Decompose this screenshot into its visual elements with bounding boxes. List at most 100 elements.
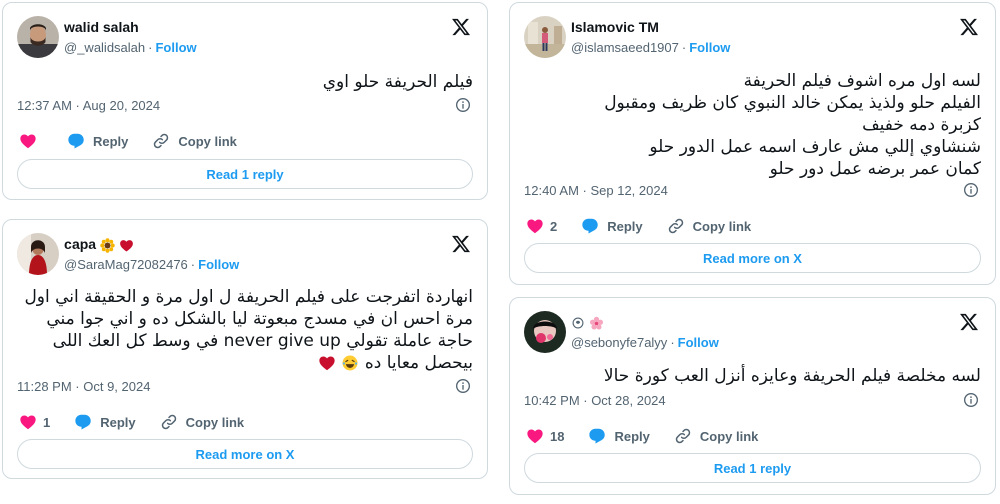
display-name-row[interactable] — [571, 313, 935, 331]
heart-icon — [526, 427, 544, 445]
tweet-actions: Reply Copy link — [19, 131, 261, 151]
copy-link-button[interactable]: Copy link — [160, 413, 245, 431]
x-logo-icon[interactable] — [959, 312, 979, 332]
display-name: сара — [64, 236, 97, 252]
tweet-card: Islamovic TM @islamsaeed1907 · Follow لسه … — [509, 2, 996, 285]
x-logo-icon[interactable] — [451, 234, 471, 254]
reply-label: Reply — [607, 218, 643, 234]
reply-label: Reply — [100, 414, 136, 430]
reply-button[interactable]: Reply — [74, 413, 136, 431]
tweet-card: сара @SaraMag72082476 · Follow انهاردة اتف… — [2, 219, 488, 479]
heart-icon — [19, 413, 37, 431]
reply-bubble-icon — [74, 413, 92, 431]
separator-dot: · — [190, 257, 196, 272]
like-button[interactable]: 2 — [526, 217, 557, 235]
follow-button[interactable]: Follow — [678, 335, 719, 350]
copy-link-button[interactable]: Copy link — [674, 427, 759, 445]
avatar[interactable] — [524, 16, 566, 58]
like-button[interactable]: 18 — [526, 427, 564, 445]
like-count: 18 — [550, 428, 565, 444]
info-icon[interactable] — [455, 378, 471, 394]
tweet-text: لسه اول مره اشوف فيلم الحريفة الفيلم حلو… — [524, 70, 981, 180]
display-name-row[interactable]: сара — [64, 235, 427, 253]
tweet-card: walid salah @_walidsalah · Follow فيلم الح… — [2, 2, 488, 200]
reply-button[interactable]: Reply — [67, 132, 128, 150]
tweet-text-line: مرة احس ان في مسدج مبعوتة ليا بالشكل ده … — [46, 309, 473, 329]
reply-bubble-icon — [588, 427, 606, 445]
follow-button[interactable]: Follow — [198, 257, 239, 272]
x-logo-icon[interactable] — [451, 17, 471, 37]
tweet-timestamp[interactable]: 11:28 PM · Oct 9, 2024 — [17, 379, 150, 395]
copy-link-label: Copy link — [185, 414, 245, 430]
avatar[interactable] — [17, 16, 59, 58]
link-icon — [152, 132, 170, 150]
read-more-button[interactable]: Read more on X — [17, 439, 473, 469]
tweet-timestamp[interactable]: 10:42 PM · Oct 28, 2024 — [524, 393, 666, 409]
heart-icon — [526, 217, 544, 235]
read-more-button[interactable]: Read more on X — [524, 243, 981, 273]
tweet-text-line: كزبرة دمه خفيف — [862, 115, 981, 135]
like-count: 2 — [550, 218, 558, 234]
read-reply-button[interactable]: Read 1 reply — [524, 453, 981, 483]
tweet-card: @sebonyfe7alyy · Follow لسه مخلصة فيلم الح… — [509, 297, 996, 495]
link-icon — [667, 217, 685, 235]
copy-link-label: Copy link — [699, 428, 759, 444]
user-handle[interactable]: @sebonyfe7alyy — [571, 335, 667, 350]
reply-label: Reply — [93, 133, 129, 149]
x-logo-icon[interactable] — [959, 17, 979, 37]
display-name[interactable]: Islamovic TM — [571, 18, 935, 36]
tweet-text: انهاردة اتفرجت على فيلم الحريفة ل اول مر… — [17, 286, 473, 374]
rose-icon — [572, 317, 584, 329]
reply-bubble-icon — [581, 217, 599, 235]
like-button[interactable] — [19, 132, 43, 150]
read-reply-button[interactable]: Read 1 reply — [17, 159, 473, 189]
separator-dot: · — [148, 40, 153, 55]
reply-bubble-icon — [67, 132, 85, 150]
link-icon — [160, 413, 178, 431]
separator-dot: · — [670, 335, 675, 350]
tweet-text-line: انهاردة اتفرجت على فيلم الحريفة ل اول مر… — [24, 287, 473, 307]
tweet-timestamp[interactable]: 12:40 AM · Sep 12, 2024 — [524, 183, 668, 199]
avatar[interactable] — [17, 233, 59, 275]
tweet-actions: 2 Reply Copy link — [526, 216, 775, 236]
avatar[interactable] — [524, 311, 566, 353]
tweet-actions: 1 Reply Copy link — [19, 412, 268, 432]
reply-button[interactable]: Reply — [581, 217, 643, 235]
sunflower-icon — [100, 238, 115, 253]
copy-link-button[interactable]: Copy link — [667, 217, 752, 235]
tweet-actions: 18 Reply Copy link — [526, 426, 782, 446]
tweet-text-line: حاجة عاملة تقولي never give up في وسط كل… — [52, 331, 473, 351]
like-count: 1 — [43, 414, 51, 430]
copy-link-label: Copy link — [692, 218, 752, 234]
tweet-text-line: بيحصل معايا ده — [364, 353, 473, 373]
tweet-text-line: فيلم الحريفة حلو اوي — [322, 72, 473, 92]
info-icon[interactable] — [455, 97, 471, 113]
user-handle[interactable]: @SaraMag72082476 — [64, 257, 188, 272]
tweet-text-line: لسه مخلصة فيلم الحريفة وعايزه أنزل العب … — [603, 366, 981, 386]
tweet-text: فيلم الحريفة حلو اوي — [17, 71, 473, 93]
tweet-text-line-row: بيحصل معايا ده — [17, 352, 473, 374]
user-handle[interactable]: @_walidsalah — [64, 40, 145, 55]
user-handle[interactable]: @islamsaeed1907 — [571, 40, 679, 55]
tweet-text-line: شنشاوي إللي مش عارف اسمه عمل الدور حلو — [649, 137, 981, 157]
heart-emoji-icon — [120, 239, 133, 252]
laughing-tears-emoji-icon — [342, 355, 358, 371]
info-icon[interactable] — [963, 392, 979, 408]
tweet-text-line: الفيلم حلو ولذيذ يمكن خالد النبوي كان ظر… — [604, 93, 981, 113]
heart-emoji-icon — [319, 356, 335, 371]
tweet-text: لسه مخلصة فيلم الحريفة وعايزه أنزل العب … — [524, 365, 981, 387]
tweet-text-line: كمان عمر برضه عمل دور حلو — [769, 159, 981, 179]
tweet-timestamp[interactable]: 12:37 AM · Aug 20, 2024 — [17, 98, 160, 114]
info-icon[interactable] — [963, 182, 979, 198]
heart-icon — [19, 132, 37, 150]
blossom-icon — [589, 316, 603, 330]
copy-link-button[interactable]: Copy link — [152, 132, 237, 150]
like-button[interactable]: 1 — [19, 413, 50, 431]
reply-button[interactable]: Reply — [588, 427, 650, 445]
copy-link-label: Copy link — [178, 133, 237, 149]
reply-label: Reply — [614, 428, 650, 444]
follow-button[interactable]: Follow — [689, 40, 730, 55]
display-name[interactable]: walid salah — [64, 18, 427, 36]
link-icon — [674, 427, 692, 445]
follow-button[interactable]: Follow — [155, 40, 196, 55]
